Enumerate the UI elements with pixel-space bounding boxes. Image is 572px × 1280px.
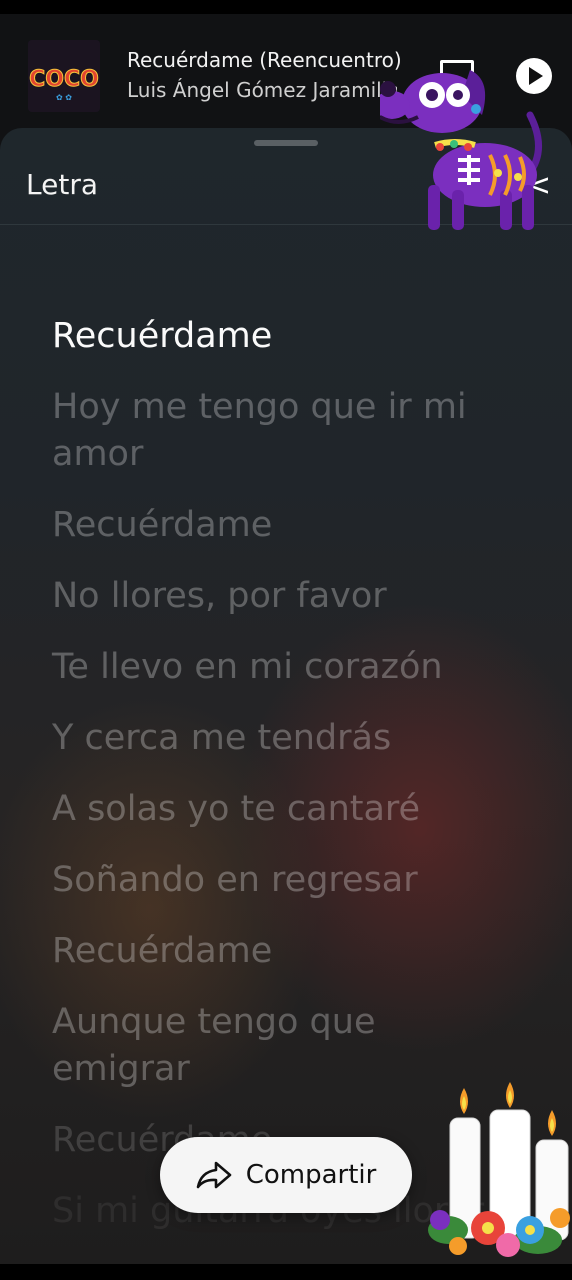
share-arrow-icon: [196, 1161, 231, 1189]
candles-sticker: [428, 1082, 570, 1257]
album-logo: COCO: [29, 67, 99, 92]
share-label: Compartir: [245, 1160, 377, 1190]
lyric-line[interactable]: Hoy me tengo que ir mi amor: [52, 384, 502, 478]
lyric-line[interactable]: No llores, por favor: [52, 573, 502, 620]
album-art: COCO ✿ ✿: [28, 40, 100, 112]
lyric-line[interactable]: Recuérdame: [52, 928, 502, 975]
lyric-line[interactable]: Te llevo en mi corazón: [52, 644, 502, 691]
lyric-line[interactable]: Y cerca me tendrás: [52, 715, 502, 762]
share-button[interactable]: Compartir: [160, 1137, 412, 1213]
lyric-line[interactable]: Recuérdame: [52, 502, 502, 549]
lyric-line[interactable]: A solas yo te cantaré: [52, 786, 502, 833]
lyric-line[interactable]: Soñando en regresar: [52, 857, 502, 904]
lyric-line[interactable]: Aunque tengo que emigrar: [52, 999, 502, 1093]
sheet-title: Letra: [26, 168, 98, 201]
dog-sticker: [380, 70, 542, 230]
drag-handle[interactable]: [254, 140, 318, 146]
track-artist[interactable]: Luis Ángel Gómez Jaramillo: [127, 78, 397, 102]
svg-text:✿ ✿: ✿ ✿: [56, 93, 72, 102]
system-nav-bar: [0, 1264, 572, 1280]
lyric-line[interactable]: Recuérdame: [52, 313, 502, 360]
